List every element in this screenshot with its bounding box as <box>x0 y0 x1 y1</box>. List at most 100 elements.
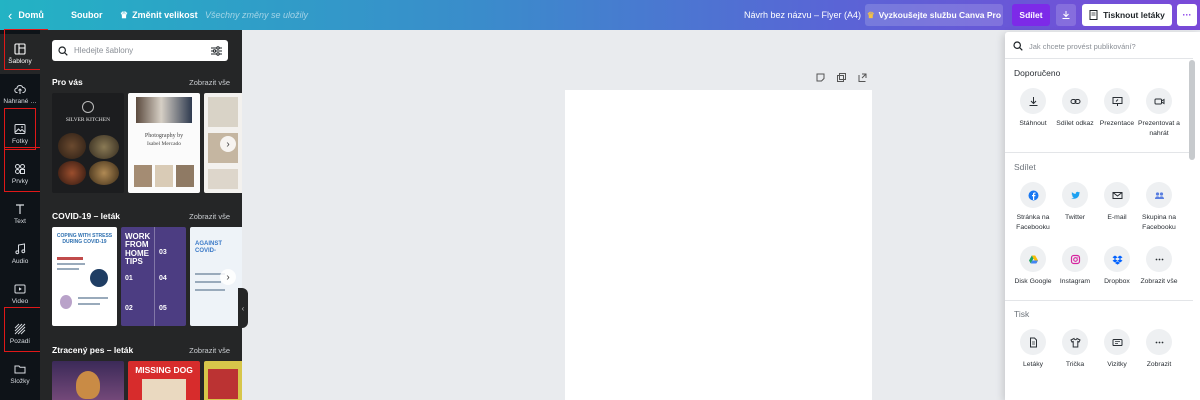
see-all-lost-dog[interactable]: Zobrazit vše <box>189 346 230 355</box>
search-icon <box>1013 41 1023 51</box>
option-present-record[interactable]: Prezentovat a nahrát <box>1137 88 1181 139</box>
option-show-all-label: Zobrazit vše <box>1140 278 1178 285</box>
missing-dog-text: MISSING DOG <box>135 365 193 375</box>
print-flyers-label: Tisknout letáky <box>1103 10 1165 20</box>
template-thumb-missing-dog[interactable]: MISSING DOG <box>128 361 200 400</box>
template-thumb-photography[interactable]: Photography by Isabel Mercado <box>128 93 200 193</box>
top-bar: ‹ Domů Soubor ♛ Změnit velikost Všechny … <box>0 0 1200 30</box>
option-facebook-page[interactable]: Stránka na Facebooku <box>1011 182 1055 233</box>
more-button[interactable]: ··· <box>1177 4 1197 26</box>
rail-item-audio[interactable]: Audio <box>0 234 40 274</box>
template-thumb-lost-dog-3[interactable] <box>204 361 242 400</box>
google-drive-icon <box>1028 255 1038 263</box>
option-google-drive[interactable]: Disk Google <box>1011 246 1055 287</box>
option-present[interactable]: Prezentace <box>1095 88 1139 129</box>
divider <box>1005 300 1193 301</box>
option-email-label: E-mail <box>1107 214 1127 221</box>
folder-icon <box>14 365 26 374</box>
option-download[interactable]: Stáhnout <box>1011 88 1055 129</box>
twitter-icon <box>1070 191 1080 199</box>
more-icon <box>1155 341 1163 343</box>
highlight-box-photos <box>4 108 36 150</box>
flyer-icon <box>1089 10 1098 20</box>
share-scrollbar[interactable] <box>1189 60 1195 160</box>
photography-by-text: Photography by <box>144 133 184 139</box>
collapse-panel-button[interactable]: ‹ <box>238 288 248 328</box>
rail-item-text[interactable]: Text <box>0 194 40 234</box>
template-thumb-coping[interactable]: COPING WITH STRESS DURING COVID-19 <box>52 227 117 326</box>
search-icon <box>58 45 68 56</box>
rail-label-audio: Audio <box>11 258 29 265</box>
template-thumb-work-from-home[interactable]: WORK FROM HOME TIPS 03 01 04 02 05 <box>121 227 186 326</box>
resize-icon: ♛ <box>120 9 129 20</box>
option-print-show-all-label: Zobrazit <box>1146 361 1172 368</box>
option-present-record-label: Prezentovat a nahrát <box>1138 120 1180 137</box>
option-print-show-all[interactable]: Zobrazit <box>1137 329 1181 370</box>
number-03: 03 <box>159 249 167 256</box>
option-facebook-group[interactable]: Skupina na Facebooku <box>1137 182 1181 233</box>
share-heading: Sdílet <box>1014 162 1036 172</box>
template-thumb-silver-kitchen[interactable]: SILVER KITCHEN <box>52 93 124 193</box>
carousel-next-button[interactable]: › <box>220 136 236 152</box>
more-icon <box>1155 258 1163 260</box>
file-menu[interactable]: Soubor <box>71 0 103 30</box>
number-01: 01 <box>125 275 133 282</box>
download-icon <box>1029 96 1037 106</box>
download-icon <box>1062 11 1070 19</box>
carousel-next-button-covid[interactable]: › <box>220 269 236 285</box>
print-heading: Tisk <box>1014 309 1030 319</box>
option-twitter-label: Twitter <box>1064 214 1085 221</box>
instagram-icon <box>1070 254 1080 264</box>
share-button[interactable]: Sdílet <box>1012 4 1050 26</box>
cloud-upload-icon <box>14 85 26 94</box>
rail-label-uploads: Nahrané … <box>3 98 37 105</box>
number-02: 02 <box>125 305 133 312</box>
template-search-box[interactable]: Hledejte šablony <box>52 40 228 61</box>
design-title[interactable]: Návrh bez názvu – Flyer (A4) <box>744 0 861 30</box>
see-all-covid[interactable]: Zobrazit vše <box>189 212 230 221</box>
option-email[interactable]: E-mail <box>1095 182 1139 223</box>
note-icon[interactable] <box>816 73 825 82</box>
share-dropdown: Jak chcete provést publikování? Doporuče… <box>1005 32 1200 400</box>
option-print-business-cards[interactable]: Vizitky <box>1095 329 1139 370</box>
option-share-link[interactable]: Sdílet odkaz <box>1053 88 1097 129</box>
work-from-home-text: WORK FROM HOME TIPS <box>125 232 151 267</box>
try-pro-button[interactable]: ♛ Vyzkoušejte službu Canva Pro <box>865 4 1003 26</box>
see-all-for-you[interactable]: Zobrazit vše <box>189 78 230 87</box>
option-print-tshirts[interactable]: Trička <box>1053 329 1097 370</box>
option-print-flyers-label: Letáky <box>1022 361 1044 368</box>
option-share-link-label: Sdílet odkaz <box>1056 120 1094 127</box>
music-note-icon <box>15 243 26 255</box>
template-search-input[interactable]: Hledejte šablony <box>74 46 205 55</box>
option-instagram-label: Instagram <box>1059 278 1091 285</box>
filter-icon[interactable] <box>211 45 222 56</box>
publish-search[interactable]: Jak chcete provést publikování? <box>1013 36 1136 56</box>
dropbox-icon <box>1112 255 1122 265</box>
option-twitter[interactable]: Twitter <box>1053 182 1097 223</box>
rail-item-folders[interactable]: Složky <box>0 354 40 394</box>
rail-label-video: Video <box>11 298 29 305</box>
publish-search-input[interactable]: Jak chcete provést publikování? <box>1029 42 1136 51</box>
flyer-icon <box>1029 337 1037 347</box>
templates-panel: Hledejte šablony Pro vás Zobrazit vše SI… <box>40 30 242 400</box>
option-dropbox[interactable]: Dropbox <box>1095 246 1139 287</box>
add-page-icon[interactable] <box>858 73 867 82</box>
recommended-heading: Doporučeno <box>1014 68 1061 78</box>
download-button[interactable] <box>1056 4 1076 26</box>
option-present-label: Prezentace <box>1099 120 1135 127</box>
duplicate-icon[interactable] <box>837 73 846 82</box>
option-show-all[interactable]: Zobrazit vše <box>1137 246 1181 287</box>
option-download-label: Stáhnout <box>1019 120 1047 127</box>
design-page[interactable] <box>565 90 872 400</box>
resize-label: Změnit velikost <box>132 10 198 20</box>
link-icon <box>1070 98 1080 104</box>
home-button[interactable]: ‹ Domů <box>8 0 44 30</box>
option-instagram[interactable]: Instagram <box>1053 246 1097 287</box>
print-flyers-button[interactable]: Tisknout letáky <box>1082 4 1172 26</box>
resize-button[interactable]: ♛ Změnit velikost <box>120 0 198 30</box>
option-print-flyers[interactable]: Letáky <box>1011 329 1055 370</box>
number-05: 05 <box>159 305 167 312</box>
template-thumb-lost-dog-1[interactable] <box>52 361 124 400</box>
save-status: Všechny změny se uložily <box>205 10 309 20</box>
home-label: Domů <box>18 10 44 20</box>
